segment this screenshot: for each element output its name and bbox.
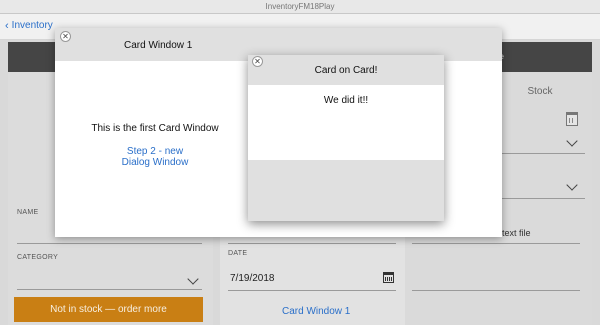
card-window-link[interactable]: Card Window 1 [282, 306, 350, 317]
date-field[interactable]: 7/19/2018 [230, 273, 275, 284]
field-underline [495, 198, 585, 199]
field-underline [495, 153, 585, 154]
card-on-card-header: ✕ Card on Card! [248, 55, 444, 85]
date-label: DATE [228, 250, 248, 257]
name-label: NAME [17, 209, 39, 216]
name-field-underline [17, 243, 202, 244]
field-underline [412, 290, 580, 291]
category-field-underline [17, 289, 202, 290]
close-icon[interactable]: ✕ [60, 31, 71, 42]
new-dialog-link[interactable]: Step 2 - new Dialog Window [115, 146, 195, 168]
window-title: InventoryFM18Play [265, 2, 335, 11]
text-file-label: text file [502, 228, 531, 238]
card-on-card-footer [248, 160, 444, 221]
card-on-card-message: We did it!! [323, 95, 369, 106]
card-on-card-title: Card on Card! [314, 65, 378, 76]
field-underline [228, 243, 396, 244]
card-window-1-title: Card Window 1 [124, 40, 193, 51]
calendar-icon[interactable] [383, 272, 394, 283]
date-field-underline [228, 290, 396, 291]
card-window-1-body: This is the first Card Window [91, 123, 219, 134]
field-underline [412, 243, 580, 244]
category-label: CATEGORY [17, 254, 59, 261]
window-titlebar: InventoryFM18Play [0, 0, 600, 14]
card-on-card-window: ✕ Card on Card! We did it!! [248, 55, 444, 221]
tab-stock[interactable]: Stock [495, 80, 585, 102]
calendar-icon[interactable] [566, 112, 578, 126]
order-more-button[interactable]: Not in stock — order more [14, 297, 203, 322]
